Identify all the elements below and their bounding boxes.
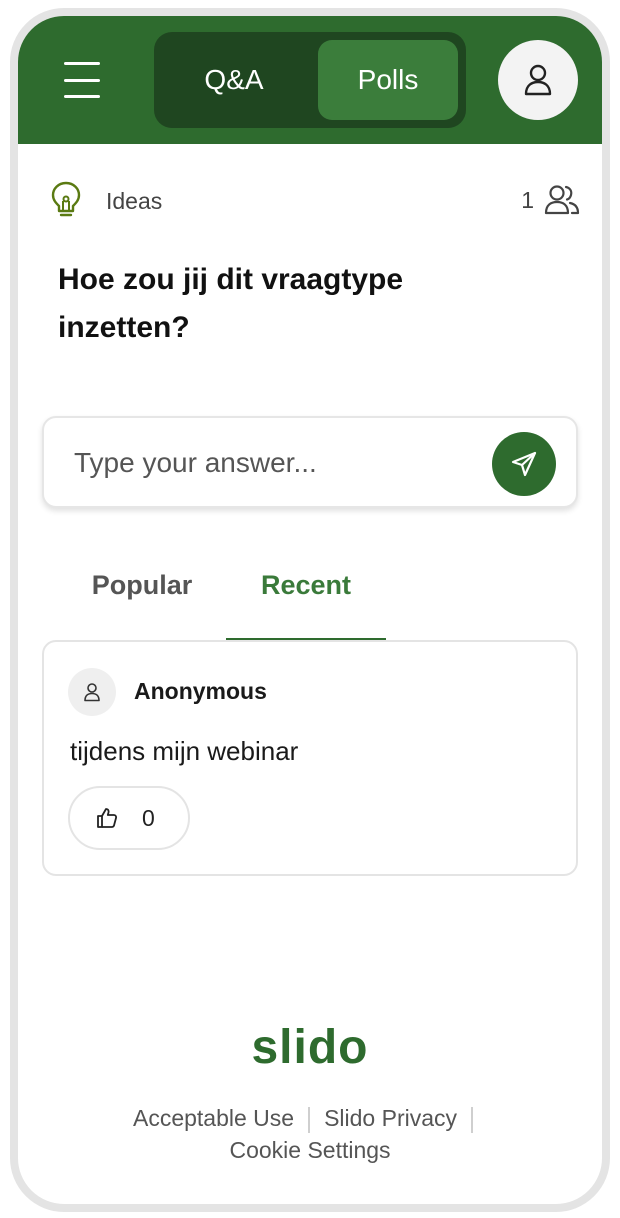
tab-recent[interactable]: Recent	[226, 556, 386, 642]
menu-icon-line	[64, 78, 100, 82]
answer-input[interactable]	[74, 440, 474, 486]
cookie-settings-link[interactable]: Cookie Settings	[229, 1137, 390, 1163]
thumbs-up-icon	[97, 808, 118, 828]
participant-count: 1	[521, 184, 580, 216]
mode-switch: Q&A Polls	[154, 32, 466, 128]
avatar	[68, 668, 116, 716]
tab-popular[interactable]: Popular	[70, 556, 214, 642]
participant-count-value: 1	[521, 186, 534, 213]
send-icon	[511, 451, 537, 477]
acceptable-use-link[interactable]: Acceptable Use	[133, 1105, 294, 1131]
category-label: Ideas	[106, 188, 163, 214]
like-button[interactable]: 0	[68, 786, 190, 850]
slido-privacy-link[interactable]: Slido Privacy	[324, 1105, 457, 1131]
participants-icon	[544, 185, 580, 215]
answer-author: Anonymous	[134, 678, 267, 704]
question-meta: Ideas 1	[50, 180, 580, 220]
lightbulb-icon	[51, 181, 81, 217]
profile-button[interactable]	[498, 40, 578, 120]
user-icon	[84, 683, 100, 702]
like-count: 0	[142, 804, 155, 831]
menu-icon-line	[64, 62, 100, 65]
tab-qa[interactable]: Q&A	[162, 40, 306, 120]
slido-logo: slido	[251, 1021, 369, 1074]
send-button[interactable]	[492, 432, 556, 496]
footer-links: Acceptable Use Slido Privacy Cookie Setti…	[78, 1102, 542, 1166]
link-divider	[308, 1106, 311, 1133]
top-bar: Q&A Polls	[18, 16, 602, 144]
question-text: Hoe zou jij dit vraagtype inzetten?	[58, 263, 404, 344]
link-divider	[471, 1106, 474, 1133]
sort-tabs: Popular Recent	[42, 556, 578, 642]
answer-card: Anonymous tijdens mijn webinar 0	[42, 640, 578, 876]
user-icon	[524, 64, 552, 96]
answer-text: tijdens mijn webinar	[70, 736, 299, 766]
answer-composer	[42, 416, 578, 508]
device-frame: Q&A Polls Ideas 1 Hoe zou jij dit vraagt…	[10, 8, 610, 1212]
menu-button[interactable]	[64, 62, 108, 98]
tab-polls[interactable]: Polls	[318, 40, 458, 120]
menu-icon-line	[64, 95, 100, 98]
